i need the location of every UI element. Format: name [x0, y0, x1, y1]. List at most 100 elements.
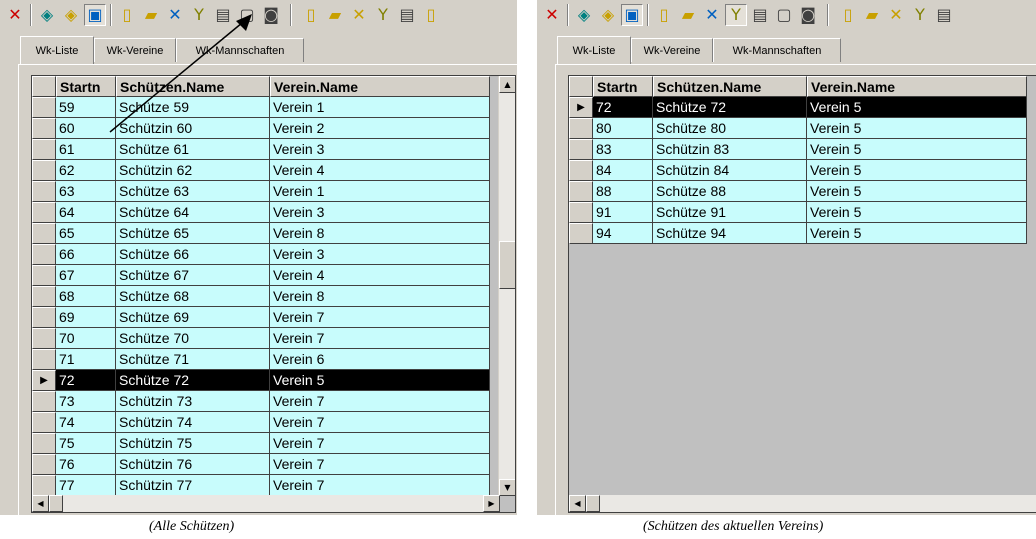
- cell-startn[interactable]: 70: [56, 328, 116, 349]
- row-selector[interactable]: [32, 160, 56, 181]
- cell-startn[interactable]: 77: [56, 475, 116, 496]
- cell-schuetzen-name[interactable]: Schütze 66: [116, 244, 270, 265]
- cell-schuetzen-name[interactable]: Schützin 84: [653, 160, 807, 181]
- new-icon[interactable]: ▯: [300, 4, 322, 26]
- tab-wk-vereine[interactable]: Wk-Vereine: [94, 38, 176, 62]
- cell-verein-name[interactable]: Verein 1: [270, 181, 490, 202]
- row-selector[interactable]: [569, 202, 593, 223]
- filter-icon[interactable]: Y: [372, 4, 394, 26]
- cell-startn[interactable]: 80: [593, 118, 653, 139]
- table-row[interactable]: 69 Schütze 69 Verein 7: [32, 307, 490, 328]
- row-selector[interactable]: [569, 223, 593, 244]
- filter-icon[interactable]: Y: [188, 4, 210, 26]
- cell-verein-name[interactable]: Verein 5: [807, 118, 1027, 139]
- cell-startn[interactable]: 61: [56, 139, 116, 160]
- scroll-right-icon[interactable]: ▶: [483, 495, 500, 512]
- row-selector[interactable]: [32, 265, 56, 286]
- cell-schuetzen-name[interactable]: Schütze 59: [116, 97, 270, 118]
- table-row[interactable]: 73 Schützin 73 Verein 7: [32, 391, 490, 412]
- cell-verein-name[interactable]: Verein 5: [807, 223, 1027, 244]
- cell-schuetzen-name[interactable]: Schütze 61: [116, 139, 270, 160]
- table-row[interactable]: 71 Schütze 71 Verein 6: [32, 349, 490, 370]
- cell-schuetzen-name[interactable]: Schützin 60: [116, 118, 270, 139]
- cell-startn[interactable]: 68: [56, 286, 116, 307]
- tab-wk-vereine[interactable]: Wk-Vereine: [631, 38, 713, 62]
- open-icon[interactable]: ▰: [677, 4, 699, 26]
- cell-startn[interactable]: 60: [56, 118, 116, 139]
- row-selector[interactable]: [32, 118, 56, 139]
- row-selector[interactable]: [569, 181, 593, 202]
- table-row[interactable]: 88 Schütze 88 Verein 5: [569, 181, 1027, 202]
- table-row[interactable]: 61 Schütze 61 Verein 3: [32, 139, 490, 160]
- cell-startn[interactable]: 71: [56, 349, 116, 370]
- cell-schuetzen-name[interactable]: Schütze 68: [116, 286, 270, 307]
- table-row[interactable]: 75 Schützin 75 Verein 7: [32, 433, 490, 454]
- cell-schuetzen-name[interactable]: Schütze 63: [116, 181, 270, 202]
- cell-verein-name[interactable]: Verein 3: [270, 202, 490, 223]
- cell-verein-name[interactable]: Verein 1: [270, 97, 490, 118]
- cell-verein-name[interactable]: Verein 7: [270, 391, 490, 412]
- new-icon[interactable]: ▯: [837, 4, 859, 26]
- row-selector[interactable]: [32, 223, 56, 244]
- cell-verein-name[interactable]: Verein 5: [807, 139, 1027, 160]
- delete-icon[interactable]: ✕: [885, 4, 907, 26]
- cell-verein-name[interactable]: Verein 3: [270, 244, 490, 265]
- scroll-up-icon[interactable]: ▲: [499, 76, 515, 93]
- cell-startn[interactable]: 63: [56, 181, 116, 202]
- cell-startn[interactable]: 66: [56, 244, 116, 265]
- cell-startn[interactable]: 76: [56, 454, 116, 475]
- delete-icon[interactable]: ✕: [348, 4, 370, 26]
- table-row[interactable]: ▶ 72 Schütze 72 Verein 5: [32, 370, 490, 391]
- table-row[interactable]: 60 Schützin 60 Verein 2: [32, 118, 490, 139]
- delete-icon[interactable]: ✕: [164, 4, 186, 26]
- table-row[interactable]: 59 Schütze 59 Verein 1: [32, 97, 490, 118]
- cell-schuetzen-name[interactable]: Schützin 77: [116, 475, 270, 496]
- cell-verein-name[interactable]: Verein 7: [270, 475, 490, 496]
- cell-verein-name[interactable]: Verein 5: [807, 181, 1027, 202]
- row-selector[interactable]: [32, 412, 56, 433]
- print-icon[interactable]: ▤: [749, 4, 771, 26]
- table-row[interactable]: 77 Schützin 77 Verein 7: [32, 475, 490, 496]
- cell-verein-name[interactable]: Verein 7: [270, 328, 490, 349]
- cell-verein-name[interactable]: Verein 7: [270, 412, 490, 433]
- cell-startn[interactable]: 72: [56, 370, 116, 391]
- cell-startn[interactable]: 67: [56, 265, 116, 286]
- cell-startn[interactable]: 88: [593, 181, 653, 202]
- column-header-verein-name[interactable]: Verein.Name: [807, 76, 1027, 97]
- cell-verein-name[interactable]: Verein 5: [270, 370, 490, 391]
- row-selector[interactable]: [569, 118, 593, 139]
- table-row[interactable]: 64 Schütze 64 Verein 3: [32, 202, 490, 223]
- scroll-left-icon[interactable]: ◀: [32, 495, 49, 512]
- cell-verein-name[interactable]: Verein 2: [270, 118, 490, 139]
- book-icon[interactable]: ▣: [84, 4, 106, 26]
- scroll-down-icon[interactable]: ▼: [499, 479, 515, 496]
- row-selector[interactable]: [569, 139, 593, 160]
- cell-startn[interactable]: 64: [56, 202, 116, 223]
- table-row[interactable]: 74 Schützin 74 Verein 7: [32, 412, 490, 433]
- view-alt-icon[interactable]: ◈: [60, 4, 82, 26]
- vertical-scrollbar[interactable]: ▲ ▼: [498, 76, 515, 496]
- cell-verein-name[interactable]: Verein 7: [270, 454, 490, 475]
- column-header-schuetzen-name[interactable]: Schützen.Name: [653, 76, 807, 97]
- cell-verein-name[interactable]: Verein 5: [807, 160, 1027, 181]
- row-selector[interactable]: [32, 139, 56, 160]
- view-alt-icon[interactable]: ◈: [597, 4, 619, 26]
- view-icon[interactable]: ◈: [573, 4, 595, 26]
- cell-schuetzen-name[interactable]: Schütze 67: [116, 265, 270, 286]
- cell-schuetzen-name[interactable]: Schütze 71: [116, 349, 270, 370]
- delete-icon[interactable]: ✕: [701, 4, 723, 26]
- cell-schuetzen-name[interactable]: Schütze 72: [116, 370, 270, 391]
- cell-verein-name[interactable]: Verein 5: [807, 97, 1027, 118]
- camera-icon[interactable]: ◙: [797, 4, 819, 26]
- cell-startn[interactable]: 91: [593, 202, 653, 223]
- cell-startn[interactable]: 83: [593, 139, 653, 160]
- cell-schuetzen-name[interactable]: Schütze 69: [116, 307, 270, 328]
- filter-icon[interactable]: Y: [909, 4, 931, 26]
- close-icon[interactable]: ✕: [4, 4, 26, 26]
- table-row[interactable]: ▶ 72 Schütze 72 Verein 5: [569, 97, 1027, 118]
- column-header-startn[interactable]: Startn: [56, 76, 116, 97]
- new-icon[interactable]: ▯: [653, 4, 675, 26]
- tab-wk-liste[interactable]: Wk-Liste: [557, 36, 631, 64]
- row-selector[interactable]: [32, 349, 56, 370]
- row-selector[interactable]: [32, 97, 56, 118]
